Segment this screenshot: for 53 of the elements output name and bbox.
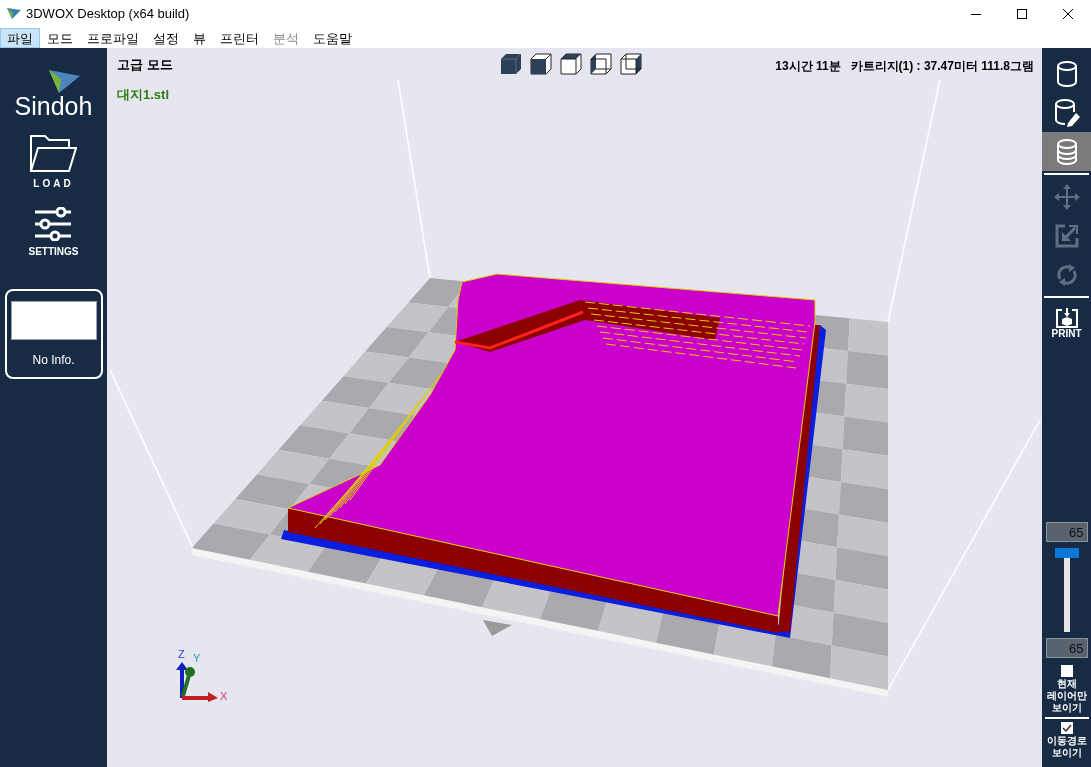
layer-slider[interactable] [1054,548,1079,632]
cylinder-pencil-icon [1053,98,1080,127]
stacked-layers-icon [1055,138,1078,165]
print-time: 13시간 11분 [775,58,841,75]
axis-label: X [220,690,228,702]
window-title: 3DWOX Desktop (x64 build) [26,5,190,24]
move-arrows-icon [1053,183,1080,210]
maximize-icon [1017,9,1027,19]
menu-item[interactable]: 설정 [146,28,186,48]
scale-icon [1054,223,1079,248]
checkbox[interactable] [1060,722,1073,734]
folder-icon [29,133,78,173]
axis-label: Z [178,648,185,660]
slider-thumb[interactable] [1054,548,1079,558]
sliders-icon [33,207,74,241]
mode-label: 고급 모드 [117,56,173,74]
file-name: 대지1.stl [117,85,170,104]
menu-item[interactable]: 뷰 [186,28,213,48]
print-tool-button[interactable]: PRINT [1042,300,1091,344]
menu-item[interactable]: 파일 [0,28,40,48]
cube-icon [590,53,612,75]
menu-item[interactable]: 모드 [40,28,80,48]
material-usage: 카트리지(1) : 37.47미터 111.8그램 [850,58,1034,75]
printer-box-icon [1055,308,1078,328]
settings-button[interactable]: SETTINGS [28,207,79,259]
load-button[interactable]: LOAD [29,133,78,191]
cube-icon [500,53,522,75]
view-cube-button[interactable] [530,53,552,75]
checkmark-icon [1061,724,1072,732]
view-cube-button[interactable] [620,53,642,75]
checkbox[interactable] [1060,665,1073,677]
app-logo-icon [7,8,21,20]
cube-icon [620,53,642,75]
menu-item[interactable]: 프린터 [213,28,266,48]
minimize-icon [971,13,981,15]
info-text: No Info. [32,352,75,369]
menu-item[interactable]: 프로파일 [80,28,146,48]
view-cube-button[interactable] [500,53,522,75]
view-cube-button[interactable] [560,53,582,75]
cylinder-icon [1055,60,1078,87]
checkbox-label: 현재 레이어만 보이기 [1045,678,1088,714]
cube-icon [530,53,552,75]
checkbox-label: 이동경로 보이기 [1045,735,1088,759]
logo-triangle-icon [48,70,80,93]
axis-label: Y [193,652,201,664]
close-icon [1063,9,1073,19]
sindoh-logo: Sindoh [14,93,93,119]
rotate-icon [1055,262,1078,287]
view-cube-button[interactable] [590,53,612,75]
layers-tool-button[interactable] [1042,132,1091,171]
menu-item[interactable]: 도움말 [306,28,359,48]
cube-icon [560,53,582,75]
axis-gizmo-icon [174,662,218,702]
